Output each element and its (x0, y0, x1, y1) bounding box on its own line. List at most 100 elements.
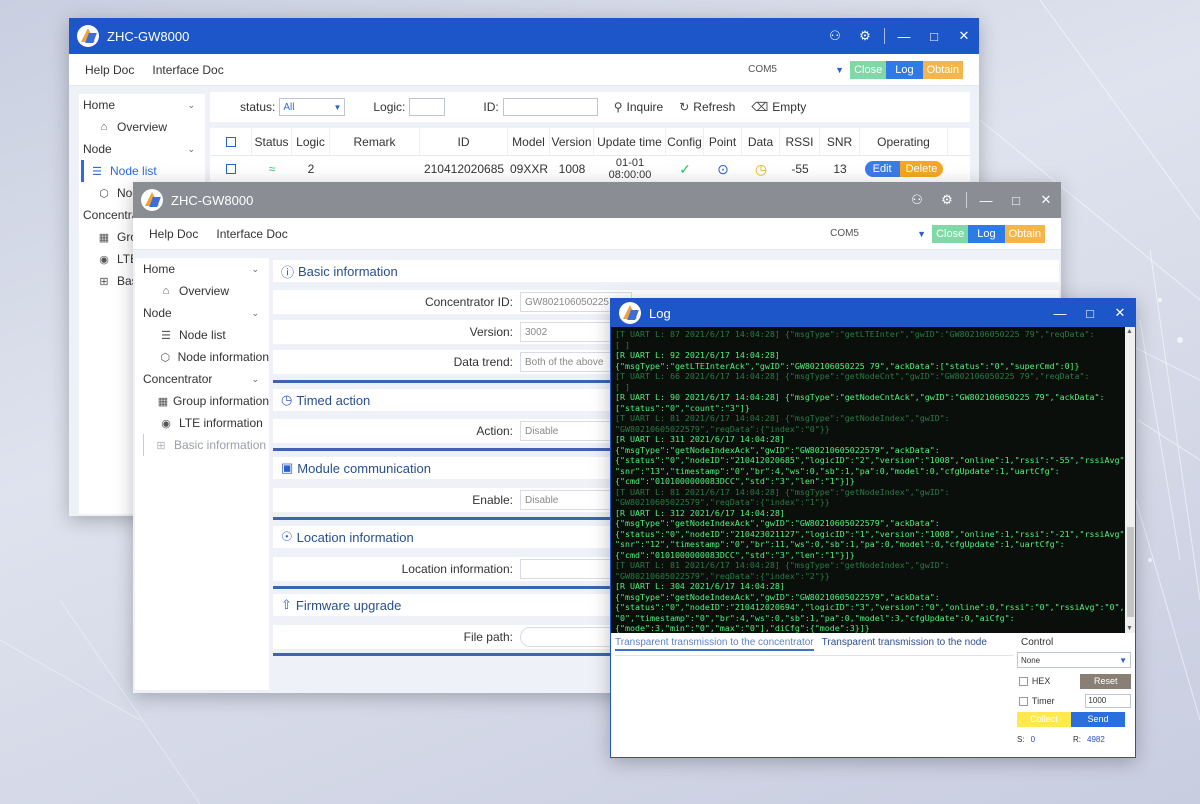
log-scrollbar[interactable]: ▲ ▼ (1125, 327, 1135, 633)
mode-select-value: None (1021, 655, 1041, 665)
status-filter-select[interactable]: All ▼ (279, 98, 346, 116)
mode-select[interactable]: None ▼ (1017, 652, 1131, 668)
action-buttons: Collect Send (1017, 712, 1131, 727)
window-title: ZHC-GW8000 (171, 192, 254, 208)
com-port-select[interactable]: COM5 ▼ (830, 228, 926, 239)
sidebar-group-node[interactable]: Node ⌄ (81, 138, 205, 160)
sidebar-item-node-list[interactable]: ☰ Node list (81, 160, 205, 182)
sidebar-item-node-list[interactable]: ☰ Node list (143, 324, 269, 346)
cell-id: 210412020685 (423, 162, 505, 176)
minimize-button[interactable]: — (889, 18, 919, 54)
scrollbar-thumb[interactable] (1127, 527, 1134, 617)
edit-button[interactable]: Edit (864, 161, 900, 177)
sidebar-item-node-information[interactable]: ⬡ Node information (143, 346, 270, 368)
sidebar-group-label: Node (143, 306, 172, 320)
sidebar-group-home[interactable]: Home ⌄ (143, 258, 269, 280)
help-doc-menu[interactable]: Help Doc (149, 227, 198, 241)
cube-icon: ⬡ (99, 187, 109, 200)
refresh-button[interactable]: ↻ Refresh (679, 100, 735, 114)
section-title: Basic information (298, 263, 398, 279)
log-window: Log — □ ✕ [T UART L: 87 2021/6/17 14:04:… (610, 298, 1136, 758)
sidebar-group-concentrator[interactable]: Concentrator ⌄ (143, 368, 269, 390)
id-filter-input[interactable] (502, 98, 598, 116)
menubar: Help Doc Interface Doc COM5 ▼ Close Log … (133, 218, 1061, 250)
interface-doc-menu[interactable]: Interface Doc (152, 63, 223, 77)
close-window-button[interactable]: ✕ (1105, 299, 1135, 327)
close-window-button[interactable]: ✕ (949, 18, 979, 54)
com-port-value: COM5 (748, 64, 777, 75)
maximize-button[interactable]: □ (1001, 182, 1031, 218)
obtain-button[interactable]: Obtain (1004, 224, 1045, 243)
log-button[interactable]: Log (968, 224, 1005, 243)
titlebar-divider (884, 28, 885, 44)
gear-icon[interactable]: ⚙ (932, 182, 962, 218)
column-header: Update time (594, 128, 666, 155)
data-clock-icon[interactable]: ◷ (742, 156, 780, 182)
sidebar-item-overview[interactable]: ⌂ Overview (143, 280, 269, 302)
fingerprint-icon: ◉ (161, 417, 171, 430)
scroll-up-icon[interactable]: ▲ (1126, 328, 1133, 335)
section-title: Module communication (297, 460, 431, 476)
com-port-select[interactable]: COM5 ▼ (748, 64, 844, 75)
gear-icon[interactable]: ⚙ (850, 18, 880, 54)
user-icon[interactable]: ⚇ (902, 182, 932, 218)
sidebar-item-lte-information[interactable]: ◉ LTE information (143, 412, 269, 434)
log-line: {"cmd":"0101000000083DCC","std":"3","len… (615, 549, 855, 560)
log-line: {"status":"0","nodeID":"210412020685","l… (615, 455, 1125, 465)
log-button[interactable]: Log (886, 60, 923, 79)
log-line: "GW80210605022579","reqData":{"index":"1… (615, 497, 830, 507)
titlebar-divider (966, 192, 967, 208)
help-doc-menu[interactable]: Help Doc (85, 63, 134, 77)
log-line: [ ] (615, 339, 630, 350)
obtain-button[interactable]: Obtain (922, 60, 963, 79)
data-trend-label: Data trend: (453, 355, 513, 369)
reset-button[interactable]: Reset (1080, 673, 1131, 689)
minimize-button[interactable]: — (971, 182, 1001, 218)
maximize-button[interactable]: □ (1075, 299, 1105, 327)
hex-checkbox[interactable] (1019, 676, 1028, 686)
sidebar-group-label: Concentrator (143, 372, 213, 386)
inquire-button[interactable]: ⚲ Inquire (614, 100, 664, 114)
close-window-button[interactable]: ✕ (1031, 182, 1061, 218)
log-window-title: Log (649, 305, 671, 321)
chevron-down-icon: ▼ (917, 228, 927, 239)
close-port-button[interactable]: Close (850, 60, 887, 79)
column-header: Version (550, 128, 594, 155)
user-icon[interactable]: ⚇ (820, 18, 850, 54)
tab-transparent-to-concentrator[interactable]: Transparent transmission to the concentr… (615, 637, 814, 651)
table-row[interactable]: ≈ 2 210412020685 09XXR 1008 01-01 08:00:… (210, 156, 970, 182)
log-console[interactable]: [T UART L: 87 2021/6/17 14:04:28] {"msgT… (611, 327, 1125, 633)
timer-checkbox[interactable] (1019, 696, 1028, 706)
interface-doc-menu[interactable]: Interface Doc (216, 227, 287, 241)
timer-input[interactable]: 1000 (1085, 694, 1131, 708)
scroll-down-icon[interactable]: ▼ (1126, 625, 1133, 632)
timer-row: Timer 1000 (1017, 692, 1131, 710)
minimize-button[interactable]: — (1045, 299, 1075, 327)
sidebar-item-overview[interactable]: ⌂ Overview (81, 116, 205, 138)
collect-button[interactable]: Collect (1017, 712, 1071, 727)
delete-button[interactable]: Delete (899, 161, 944, 177)
send-button[interactable]: Send (1071, 712, 1125, 727)
log-line: [T UART L: 81 2021/6/17 14:04:28] {"msgT… (615, 560, 950, 570)
empty-button[interactable]: ⌫ Empty (751, 100, 806, 114)
list-icon: ☰ (161, 329, 171, 342)
sidebar-group-home[interactable]: Home ⌄ (81, 94, 205, 116)
hex-row: HEX Reset (1017, 672, 1131, 690)
sidebar-item-group-information[interactable]: ▦ Group information (143, 390, 269, 412)
sidebar-group-node[interactable]: Node ⌄ (143, 302, 269, 324)
sidebar-group-label: Node (83, 142, 112, 156)
point-target-icon[interactable]: ⊙ (704, 156, 742, 182)
transmit-textarea[interactable] (615, 655, 1013, 751)
logic-filter-input[interactable] (409, 98, 446, 116)
maximize-button[interactable]: □ (919, 18, 949, 54)
cell-update-time: 01-01 08:00:00 (608, 157, 652, 181)
sidebar-item-basic-information[interactable]: ⊞ Basic information (143, 434, 269, 456)
log-line: {"status":"0","nodeID":"210423021127","l… (615, 528, 1125, 539)
config-check-icon[interactable]: ✓ (666, 156, 704, 182)
close-port-button[interactable]: Close (932, 224, 969, 243)
refresh-label: Refresh (693, 100, 736, 114)
tab-transparent-to-node[interactable]: Transparent transmission to the node (822, 637, 987, 651)
select-all-checkbox[interactable] (225, 136, 236, 147)
row-checkbox[interactable] (226, 164, 236, 174)
list-icon: ☰ (92, 165, 102, 178)
